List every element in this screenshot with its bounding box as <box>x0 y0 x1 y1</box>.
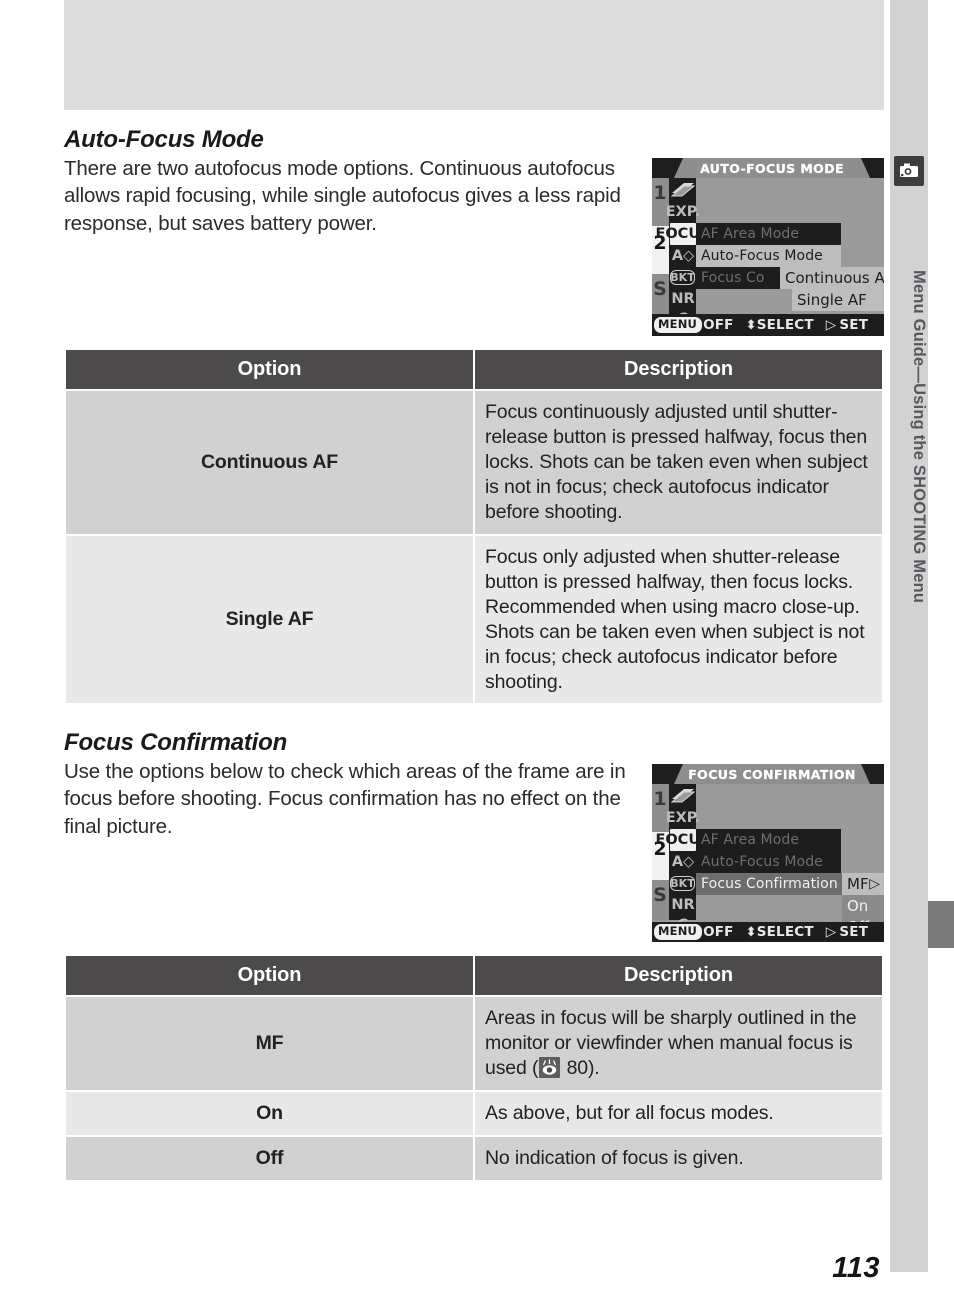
lcd-page-mark-1[interactable]: 1 <box>652 184 668 203</box>
top-image-placeholder <box>64 0 884 110</box>
table-row: On As above, but for all focus modes. <box>66 1091 882 1135</box>
lcd-title: AUTO-FOCUS MODE <box>700 161 844 176</box>
sidebar-chapter-tab <box>928 901 954 948</box>
table-row: Continuous AF Focus continuously adjuste… <box>66 391 882 534</box>
camera-icon <box>894 156 924 186</box>
option-name: Off <box>66 1136 473 1180</box>
lcd-icon-exp[interactable]: EXP. <box>666 807 701 829</box>
description-page-ref: 80). <box>561 1056 600 1079</box>
table-row: MF Areas in focus will be sharply outlin… <box>66 997 882 1090</box>
options-table-auto-focus-mode: Option Description Continuous AF Focus c… <box>64 348 884 705</box>
options-table-focus-confirmation: Option Description MF Areas in focus wil… <box>64 954 884 1182</box>
lcd-flyout-mf[interactable]: MF ▷ <box>842 873 884 895</box>
lcd-screenshot-focus-confirmation: FOCUS CONFIRMATION 1 2 S EXP. FOCUS A◇ B… <box>652 764 884 942</box>
section-title-auto-focus-mode: Auto-Focus Mode <box>64 126 264 153</box>
lcd-flyout-label: Continuous AF <box>785 269 884 287</box>
lcd-flyout-label: On <box>847 897 869 915</box>
table-row: Single AF Focus only adjusted when shutt… <box>66 535 882 704</box>
lcd-flyout-label: MF <box>847 875 869 893</box>
section-body-auto-focus-mode: There are two autofocus mode options. Co… <box>64 157 621 235</box>
lcd-menu-item-auto-focus-mode[interactable]: Auto-Focus Mode <box>696 851 841 873</box>
section-body-focus-confirmation: Use the options below to check which are… <box>64 760 626 838</box>
lcd-icon-exp[interactable]: EXP. <box>666 201 701 223</box>
option-name: On <box>66 1091 473 1135</box>
lcd-icon-bkt[interactable]: BKT <box>670 270 695 285</box>
lcd-footer-off: OFF <box>703 924 734 940</box>
lcd-icon-shooting[interactable] <box>670 179 696 201</box>
lcd-footer-set: SET <box>839 924 869 940</box>
page-number: 113 <box>832 1252 880 1284</box>
column-header-description: Description <box>475 350 882 389</box>
lcd-footer-select: SELECT <box>756 317 814 333</box>
option-description: Areas in focus will be sharply outlined … <box>475 997 882 1090</box>
lcd-icon-focus[interactable]: FOCUS <box>655 829 711 851</box>
lcd-icon-shooting[interactable] <box>670 785 696 807</box>
lcd-footer: MENU OFF ⬍ SELECT ▷ SET <box>652 314 884 336</box>
option-name: MF <box>66 997 473 1090</box>
lcd-flyout-single-af[interactable]: Single AF <box>792 289 884 311</box>
chevron-right-icon: ▷ <box>869 876 880 892</box>
lcd-screenshot-auto-focus-mode: AUTO-FOCUS MODE 1 2 S EXP. FOCUS A◇ BKT … <box>652 158 884 336</box>
lcd-footer-off: OFF <box>703 317 734 333</box>
table-header-row: Option Description <box>66 350 882 389</box>
eye-reference-icon <box>539 1056 561 1078</box>
table-row: Off No indication of focus is given. <box>66 1136 882 1180</box>
lcd-menu-item-af-area-mode[interactable]: AF Area Mode <box>696 223 841 245</box>
lcd-flyout-on[interactable]: On <box>842 895 884 917</box>
right-arrow-icon: ▷ <box>825 317 837 333</box>
option-description: Focus only adjusted when shutter-release… <box>475 535 882 704</box>
menu-button-pill[interactable]: MENU <box>654 317 703 333</box>
option-name: Single AF <box>66 535 473 704</box>
column-header-option: Option <box>66 956 473 995</box>
option-name: Continuous AF <box>66 391 473 534</box>
menu-button-pill[interactable]: MENU <box>654 924 703 940</box>
lcd-flyout-label: Single AF <box>797 291 867 309</box>
lcd-footer-set: SET <box>839 317 869 333</box>
lcd-footer-select: SELECT <box>756 924 814 940</box>
lcd-menu-item-af-area-mode[interactable]: AF Area Mode <box>696 829 841 851</box>
lcd-icon-nr[interactable]: NR <box>670 894 696 916</box>
lcd-icon-nr[interactable]: NR <box>670 288 696 310</box>
right-arrow-icon: ▷ <box>825 924 837 940</box>
sidebar-section-label: Menu Guide—Using the SHOOTING Menu <box>910 270 928 604</box>
option-description: No indication of focus is given. <box>475 1136 882 1180</box>
lcd-icon-adjust[interactable]: A◇ <box>670 851 696 873</box>
lcd-menu-item-focus-confirmation[interactable]: Focus Confirmation <box>696 873 842 895</box>
lcd-page-mark-s[interactable]: S <box>652 280 668 299</box>
lcd-page-mark-1[interactable]: 1 <box>652 790 668 809</box>
lcd-icon-adjust[interactable]: A◇ <box>670 245 696 267</box>
column-header-description: Description <box>475 956 882 995</box>
manual-page: Menu Guide—Using the SHOOTING Menu Auto-… <box>0 0 954 1314</box>
lcd-title: FOCUS CONFIRMATION <box>688 767 856 782</box>
lcd-flyout-continuous-af[interactable]: Continuous AF ▷ <box>780 267 884 289</box>
lcd-page-mark-s[interactable]: S <box>652 886 668 905</box>
option-description: Focus continuously adjusted until shutte… <box>475 391 882 534</box>
lcd-icon-bkt[interactable]: BKT <box>670 876 695 891</box>
column-header-option: Option <box>66 350 473 389</box>
updown-arrows-icon: ⬍ <box>745 924 757 940</box>
option-description: As above, but for all focus modes. <box>475 1091 882 1135</box>
table-header-row: Option Description <box>66 956 882 995</box>
updown-arrows-icon: ⬍ <box>745 317 757 333</box>
section-title-focus-confirmation: Focus Confirmation <box>64 729 288 756</box>
lcd-icon-focus[interactable]: FOCUS <box>655 223 711 245</box>
lcd-footer: MENU OFF ⬍ SELECT ▷ SET <box>652 922 884 942</box>
lcd-menu-item-auto-focus-mode[interactable]: Auto-Focus Mode <box>696 245 841 267</box>
